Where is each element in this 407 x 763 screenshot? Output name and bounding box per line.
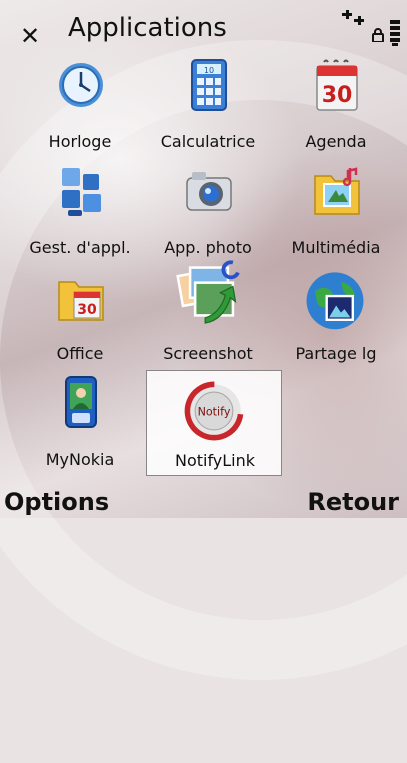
clock-icon bbox=[59, 63, 103, 107]
status-bar: ✕ Applications bbox=[0, 0, 407, 52]
app-label: Agenda bbox=[305, 132, 367, 151]
battery-icon bbox=[390, 20, 400, 46]
app-gest-appl[interactable]: Gest. d'appl. bbox=[12, 158, 148, 264]
camera-icon bbox=[186, 172, 232, 211]
svg-text:30: 30 bbox=[322, 83, 353, 108]
app-photo[interactable]: App. photo bbox=[140, 158, 276, 264]
calculator-icon: 10 bbox=[191, 59, 227, 111]
app-label: MyNokia bbox=[45, 450, 115, 469]
notify-icon: Notify bbox=[184, 381, 244, 441]
options-softkey[interactable]: Options bbox=[4, 488, 109, 516]
media-folder-icon bbox=[314, 167, 360, 215]
app-grid: Horloge 10 Calculatrice 30 Agenda Gest. … bbox=[0, 52, 407, 482]
app-label: Office bbox=[56, 344, 104, 363]
softkey-bar: Options Retour bbox=[0, 482, 407, 518]
app-label: Multimédia bbox=[291, 238, 381, 257]
close-icon[interactable]: ✕ bbox=[20, 24, 40, 48]
calendar-icon: 30 bbox=[316, 59, 358, 111]
screenshot-icon bbox=[176, 260, 240, 324]
app-screenshot[interactable]: Screenshot bbox=[140, 260, 276, 370]
app-partage-lg[interactable]: Partage lg bbox=[268, 264, 404, 370]
app-calculatrice[interactable]: 10 Calculatrice bbox=[140, 52, 276, 158]
app-label: Screenshot bbox=[163, 344, 253, 363]
office-folder-icon: 30 bbox=[58, 281, 104, 321]
app-label: Gest. d'appl. bbox=[29, 238, 131, 257]
app-office[interactable]: 30 Office bbox=[12, 264, 148, 370]
signal-icon bbox=[342, 10, 364, 25]
svg-text:Notify: Notify bbox=[198, 405, 231, 418]
app-multimedia[interactable]: Multimédia bbox=[268, 158, 404, 264]
app-label: Horloge bbox=[48, 132, 112, 151]
app-manager-icon bbox=[62, 168, 101, 216]
globe-share-icon bbox=[306, 272, 364, 330]
app-label: Calculatrice bbox=[160, 132, 256, 151]
app-label: Partage lg bbox=[295, 344, 377, 363]
app-label: NotifyLink bbox=[174, 451, 256, 470]
svg-text:10: 10 bbox=[204, 66, 214, 75]
nokia-phone-icon bbox=[65, 376, 97, 428]
app-mynokia[interactable]: MyNokia bbox=[12, 370, 148, 476]
app-label: App. photo bbox=[164, 238, 252, 257]
app-agenda[interactable]: 30 Agenda bbox=[268, 52, 404, 158]
page-title: Applications bbox=[68, 13, 227, 43]
app-horloge[interactable]: Horloge bbox=[12, 52, 148, 158]
svg-text:30: 30 bbox=[77, 302, 97, 318]
back-softkey[interactable]: Retour bbox=[307, 488, 399, 516]
app-notifylink[interactable]: Notify NotifyLink bbox=[146, 370, 282, 476]
lock-icon bbox=[372, 28, 384, 42]
